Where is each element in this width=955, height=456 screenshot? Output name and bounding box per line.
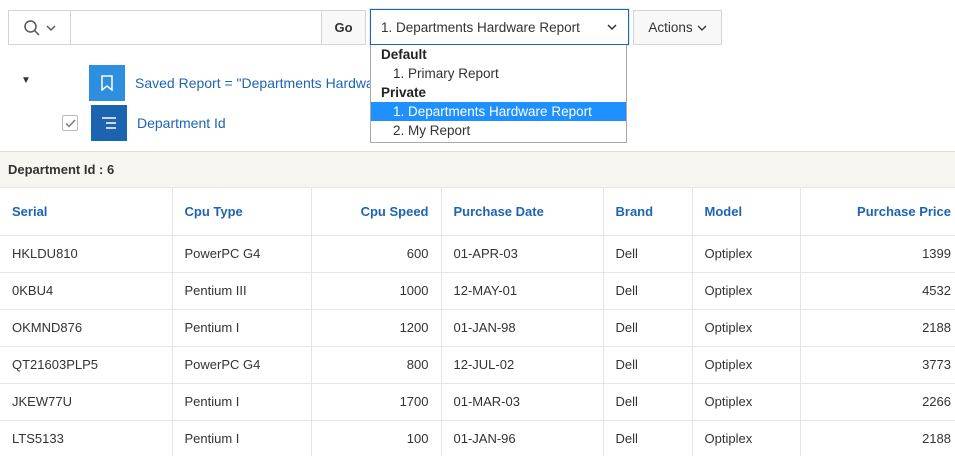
cell-purchase-date: 01-APR-03	[441, 235, 604, 273]
collapse-triangle-icon[interactable]: ▼	[21, 75, 31, 86]
column-header-cpu-type[interactable]: Cpu Type	[172, 188, 312, 236]
dropdown-item-primary-report[interactable]: 1. Primary Report	[371, 64, 626, 83]
saved-report-select-value: 1. Departments Hardware Report	[381, 19, 580, 35]
chevron-down-icon	[607, 24, 617, 31]
control-break-checkbox[interactable]	[62, 115, 78, 131]
actions-label: Actions	[648, 20, 693, 35]
cell-purchase-price: 4532	[800, 272, 955, 310]
saved-report-setting[interactable]: Saved Report = "Departments Hardware Rep…	[89, 65, 380, 101]
column-header-serial[interactable]: Serial	[0, 188, 173, 236]
table-row: HKLDU810 PowerPC G4 600 01-APR-03 Dell O…	[0, 235, 955, 273]
search-column-menu-button[interactable]	[9, 11, 71, 44]
cell-purchase-price: 1399	[800, 235, 955, 273]
cell-serial: JKEW77U	[0, 383, 173, 421]
cell-serial: HKLDU810	[0, 235, 173, 273]
saved-report-label[interactable]: Saved Report = "Departments Hardware Rep…	[135, 75, 380, 91]
control-break-setting: Department Id	[62, 105, 226, 141]
cell-cpu-speed: 800	[311, 346, 442, 384]
cell-cpu-type: Pentium III	[172, 272, 312, 310]
cell-cpu-speed: 100	[311, 420, 442, 456]
cell-purchase-date: 01-JAN-98	[441, 309, 604, 347]
report-table: Serial Cpu Type Cpu Speed Purchase Date …	[0, 188, 955, 456]
cell-model: Optiplex	[692, 383, 801, 421]
cell-brand: Dell	[603, 346, 693, 384]
bookmark-icon	[89, 65, 125, 101]
dropdown-item-my-report[interactable]: 2. My Report	[371, 121, 626, 140]
search-icon	[24, 19, 40, 36]
column-header-cpu-speed[interactable]: Cpu Speed	[311, 188, 442, 236]
cell-cpu-speed: 1200	[311, 309, 442, 347]
control-break-label[interactable]: Department Id	[137, 115, 226, 131]
cell-purchase-price: 2188	[800, 309, 955, 347]
actions-menu-button[interactable]: Actions	[633, 10, 722, 45]
cell-purchase-date: 01-MAR-03	[441, 383, 604, 421]
cell-serial: 0KBU4	[0, 272, 173, 310]
table-row: LTS5133 Pentium I 100 01-JAN-96 Dell Opt…	[0, 420, 955, 456]
cell-model: Optiplex	[692, 272, 801, 310]
cell-cpu-type: PowerPC G4	[172, 346, 312, 384]
cell-purchase-price: 2266	[800, 383, 955, 421]
cell-model: Optiplex	[692, 420, 801, 456]
cell-cpu-type: Pentium I	[172, 420, 312, 456]
cell-purchase-date: 12-JUL-02	[441, 346, 604, 384]
column-header-model[interactable]: Model	[692, 188, 801, 236]
cell-model: Optiplex	[692, 346, 801, 384]
cell-serial: OKMND876	[0, 309, 173, 347]
cell-brand: Dell	[603, 235, 693, 273]
search-input[interactable]	[71, 11, 321, 44]
column-header-purchase-price[interactable]: Purchase Price	[800, 188, 955, 236]
saved-report-select[interactable]: 1. Departments Hardware Report	[370, 9, 629, 45]
cell-brand: Dell	[603, 272, 693, 310]
cell-cpu-speed: 600	[311, 235, 442, 273]
cell-purchase-price: 3773	[800, 346, 955, 384]
table-header-row: Serial Cpu Type Cpu Speed Purchase Date …	[0, 188, 955, 236]
cell-cpu-speed: 1700	[311, 383, 442, 421]
cell-purchase-date: 12-MAY-01	[441, 272, 604, 310]
check-icon	[65, 119, 76, 128]
control-break-heading: Department Id : 6	[0, 151, 955, 188]
cell-brand: Dell	[603, 309, 693, 347]
table-row: OKMND876 Pentium I 1200 01-JAN-98 Dell O…	[0, 309, 955, 347]
cell-brand: Dell	[603, 383, 693, 421]
cell-serial: QT21603PLP5	[0, 346, 173, 384]
cell-model: Optiplex	[692, 309, 801, 347]
cell-cpu-type: Pentium I	[172, 383, 312, 421]
cell-cpu-type: PowerPC G4	[172, 235, 312, 273]
column-header-purchase-date[interactable]: Purchase Date	[441, 188, 604, 236]
cell-cpu-type: Pentium I	[172, 309, 312, 347]
cell-brand: Dell	[603, 420, 693, 456]
dropdown-item-departments-hardware-report[interactable]: 1. Departments Hardware Report	[371, 102, 626, 121]
control-break-icon	[91, 105, 127, 141]
saved-report-dropdown: Default 1. Primary Report Private 1. Dep…	[370, 45, 627, 143]
table-row: QT21603PLP5 PowerPC G4 800 12-JUL-02 Del…	[0, 346, 955, 384]
chevron-down-icon	[697, 25, 707, 31]
cell-purchase-price: 2188	[800, 420, 955, 456]
dropdown-group-default: Default	[381, 47, 427, 62]
dropdown-group-private: Private	[381, 85, 427, 100]
go-button[interactable]: Go	[321, 11, 365, 44]
column-header-brand[interactable]: Brand	[603, 188, 693, 236]
search-bar: Go	[8, 10, 366, 45]
table-row: JKEW77U Pentium I 1700 01-MAR-03 Dell Op…	[0, 383, 955, 421]
cell-cpu-speed: 1000	[311, 272, 442, 310]
cell-model: Optiplex	[692, 235, 801, 273]
table-row: 0KBU4 Pentium III 1000 12-MAY-01 Dell Op…	[0, 272, 955, 310]
cell-serial: LTS5133	[0, 420, 173, 456]
cell-purchase-date: 01-JAN-96	[441, 420, 604, 456]
chevron-down-icon	[46, 25, 56, 31]
